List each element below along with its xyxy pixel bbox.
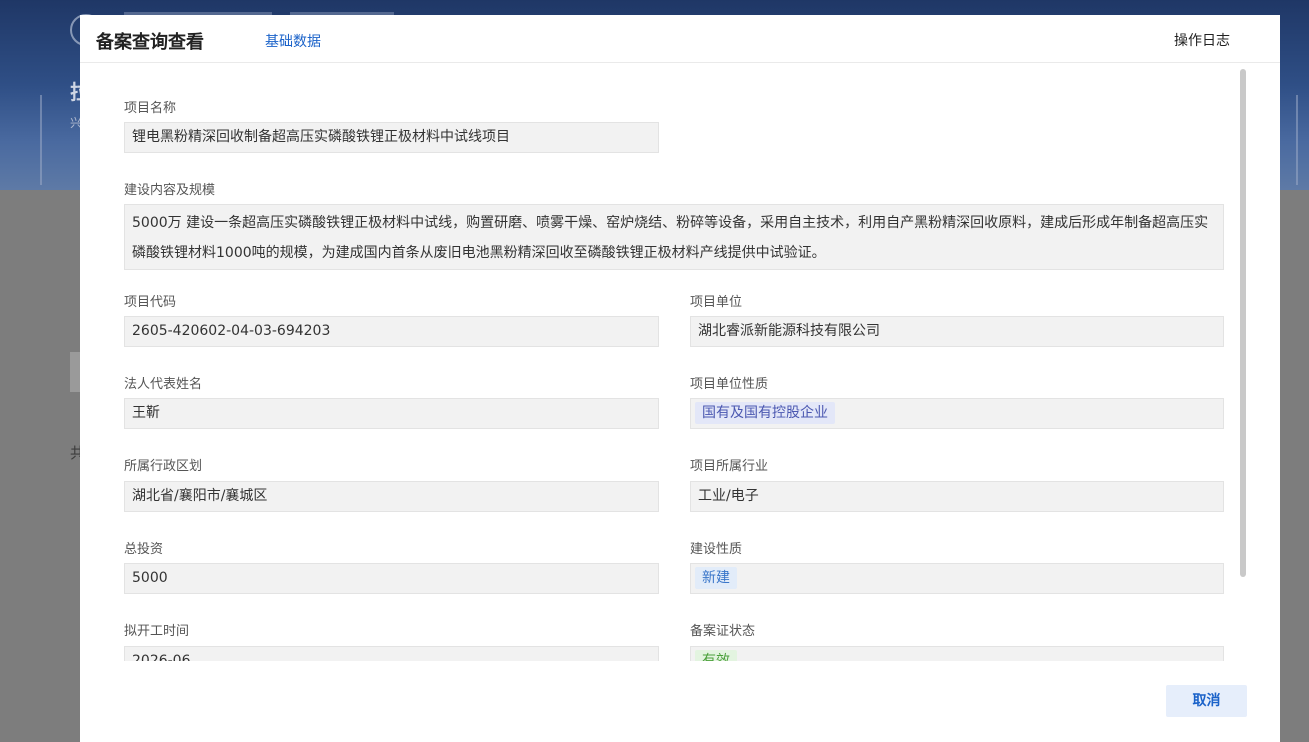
dialog-header: 备案查询查看 基础数据 操作日志: [80, 15, 1280, 63]
industry-field: 工业/电子: [690, 481, 1224, 512]
total-investment-label: 总投资: [124, 542, 164, 557]
tab-basic-data[interactable]: 基础数据: [265, 31, 321, 51]
pylon-icon: [1296, 95, 1298, 185]
pylon-icon: [40, 95, 42, 185]
dialog-body: 项目名称 锂电黑粉精深回收制备超高压实磷酸铁锂正极材料中试线项目 建设内容及规模…: [80, 63, 1252, 661]
construction-nature-field: 新建: [690, 563, 1224, 594]
legal-rep-field: 王靳: [124, 398, 659, 429]
scrollbar-thumb[interactable]: [1240, 69, 1246, 577]
project-name-field: 锂电黑粉精深回收制备超高压实磷酸铁锂正极材料中试线项目: [124, 122, 659, 153]
project-name-label: 项目名称: [124, 101, 177, 116]
total-investment-field: 5000: [124, 563, 659, 594]
unit-nature-tag: 国有及国有控股企业: [695, 402, 835, 424]
cancel-button[interactable]: 取消: [1166, 685, 1247, 717]
dialog-title: 备案查询查看: [96, 32, 204, 53]
scrollbar[interactable]: [1240, 69, 1246, 661]
region-label: 所属行政区划: [124, 459, 203, 474]
planned-start-label: 拟开工时间: [124, 624, 190, 639]
unit-nature-field: 国有及国有控股企业: [690, 398, 1224, 429]
certificate-status-field: 有效: [690, 646, 1224, 661]
legal-rep-label: 法人代表姓名: [124, 377, 203, 392]
content-scale-field: 5000万 建设一条超高压实磷酸铁锂正极材料中试线，购置研磨、喷雾干燥、窑炉烧结…: [124, 204, 1224, 270]
planned-start-field: 2026-06: [124, 646, 659, 661]
project-code-field: 2605-420602-04-03-694203: [124, 316, 659, 347]
record-view-dialog: 备案查询查看 基础数据 操作日志 项目名称 锂电黑粉精深回收制备超高压实磷酸铁锂…: [80, 15, 1280, 742]
project-unit-field: 湖北睿派新能源科技有限公司: [690, 316, 1224, 347]
region-field: 湖北省/襄阳市/襄城区: [124, 481, 659, 512]
project-unit-label: 项目单位: [690, 295, 743, 310]
content-scale-label: 建设内容及规模: [124, 183, 216, 198]
industry-label: 项目所属行业: [690, 459, 769, 474]
certificate-status-label: 备案证状态: [690, 624, 756, 639]
certificate-status-tag: 有效: [695, 650, 737, 661]
operation-log-link[interactable]: 操作日志: [1174, 30, 1230, 50]
project-code-label: 项目代码: [124, 295, 177, 310]
construction-nature-tag: 新建: [695, 567, 737, 589]
construction-nature-label: 建设性质: [690, 542, 743, 557]
unit-nature-label: 项目单位性质: [690, 377, 769, 392]
